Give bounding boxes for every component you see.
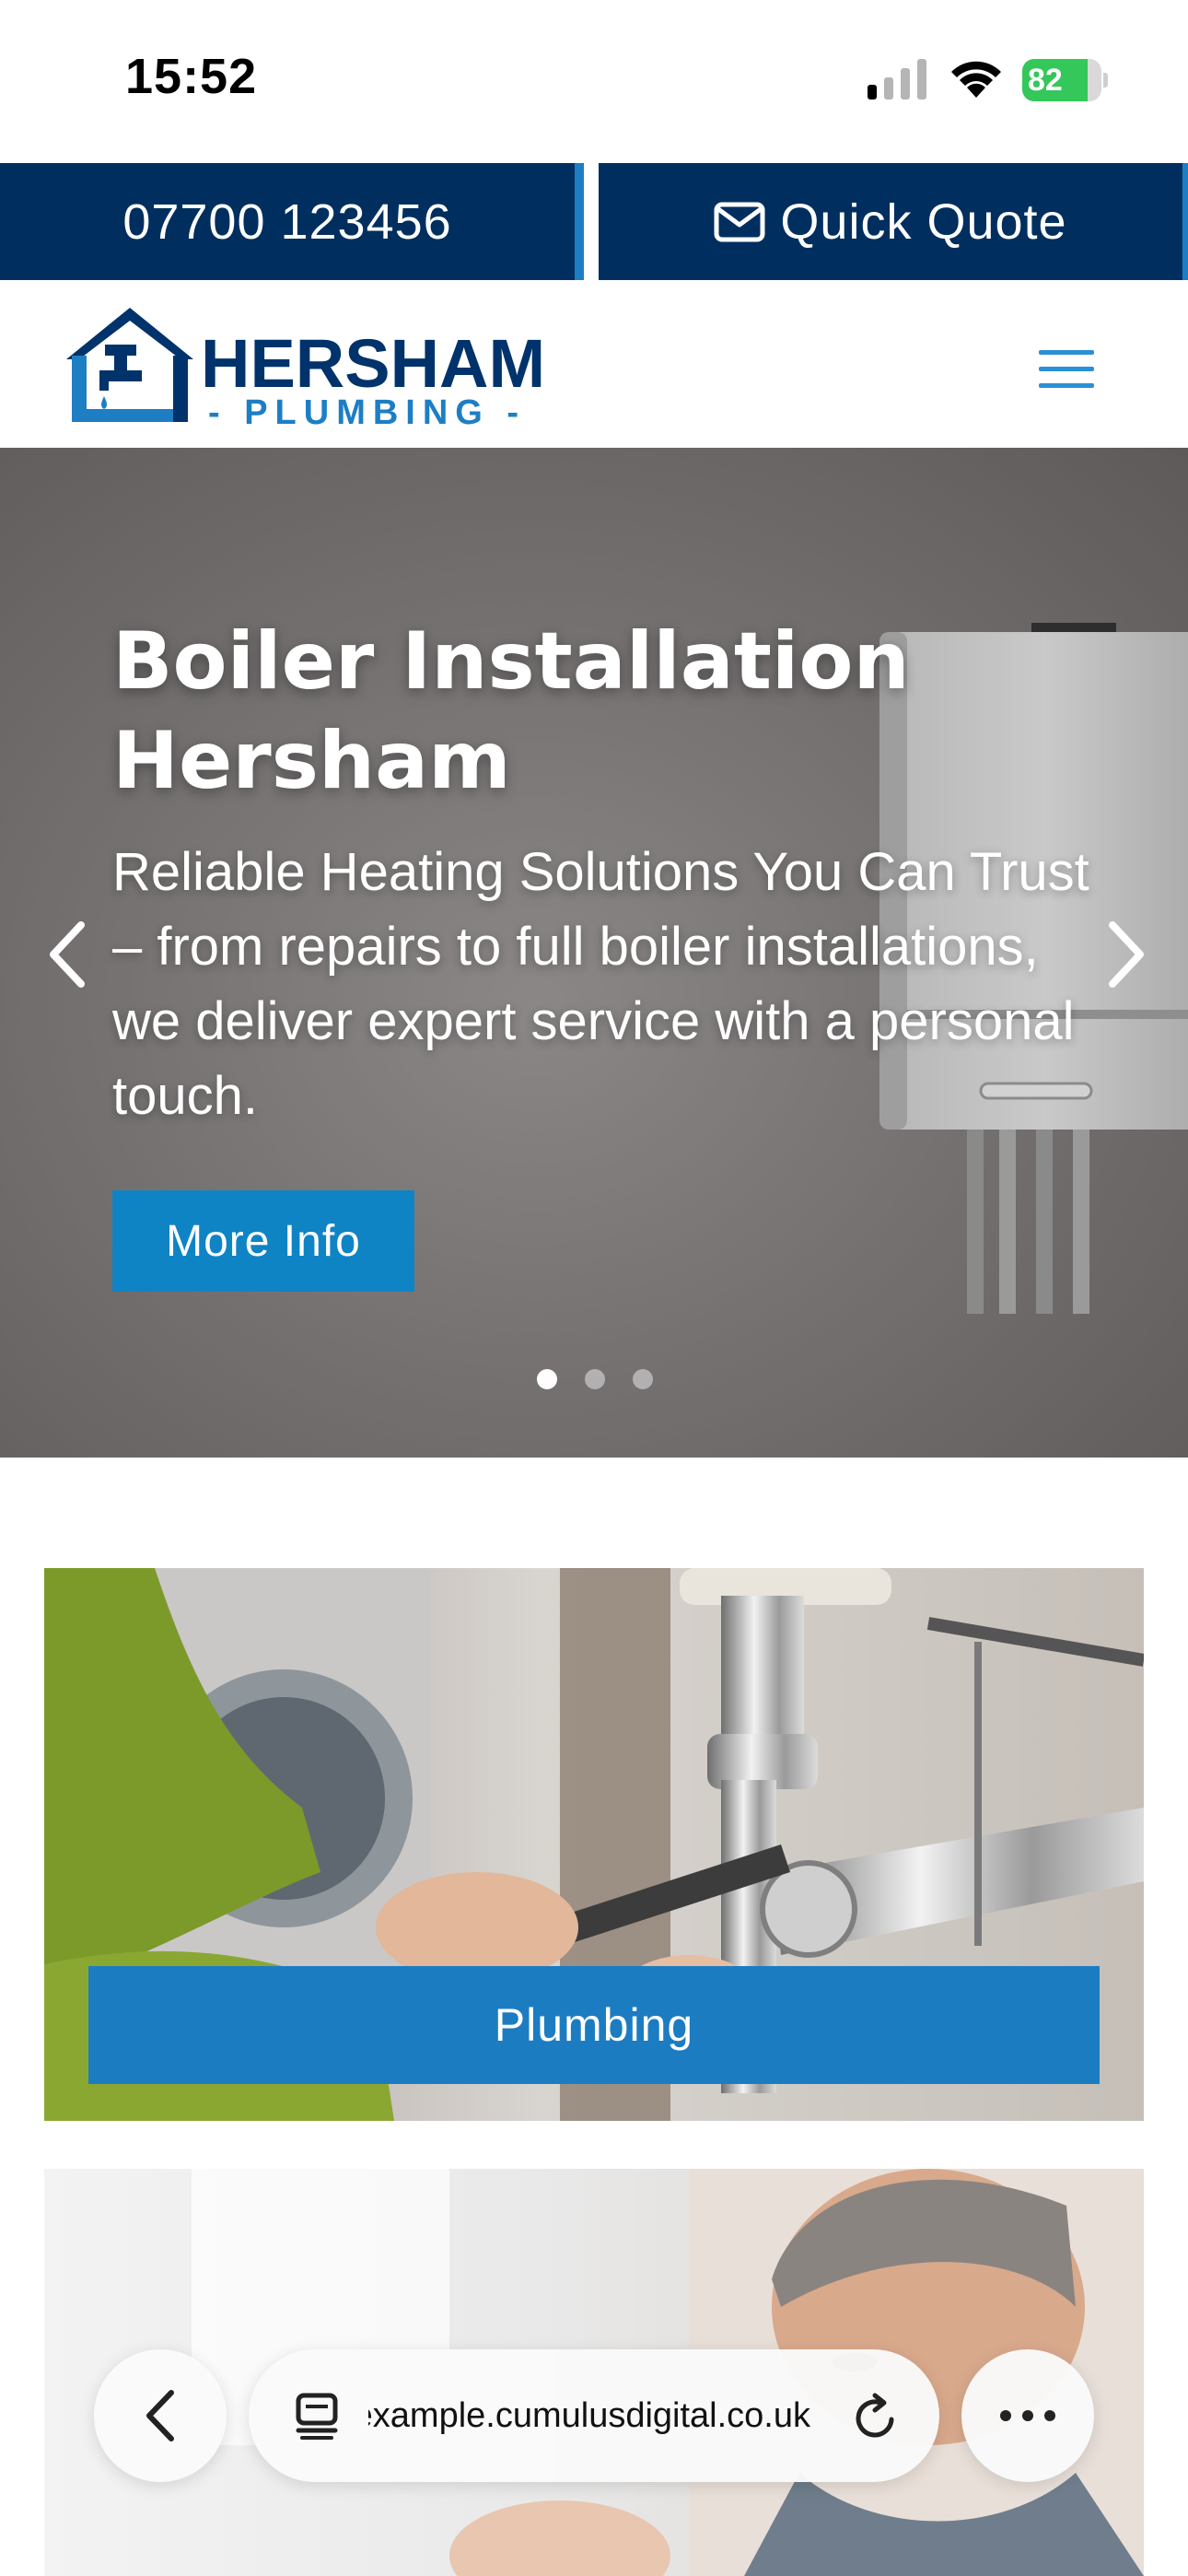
browser-back-button[interactable] <box>94 2349 227 2482</box>
slider-dot[interactable] <box>585 1369 605 1389</box>
slider-pagination <box>537 1369 657 1391</box>
hero-title: Boiler Installation Hersham <box>112 615 910 807</box>
battery-percentage: 82 <box>1028 63 1063 98</box>
slider-next-arrow-icon[interactable] <box>1103 918 1149 991</box>
phone-call-button[interactable]: 07700 123456 <box>0 163 584 280</box>
service-label-plumbing: Plumbing <box>88 1966 1100 2084</box>
status-time: 15:52 <box>125 49 258 104</box>
battery-charging-icon: 82 <box>1022 59 1108 101</box>
logo-wordmark: HERSHAM <box>201 325 546 402</box>
status-bar: 15:52 82 <box>0 0 1188 163</box>
quick-quote-label: Quick Quote <box>780 193 1067 250</box>
back-icon <box>146 2390 174 2441</box>
quick-quote-button[interactable]: Quick Quote <box>599 163 1188 280</box>
hero-description: Reliable Heating Solutions You Can Trust… <box>112 842 1089 1126</box>
site-header: HERSHAM - PLUMBING - <box>0 282 1188 448</box>
top-contact-bar: 07700 123456 Quick Quote <box>0 163 1188 282</box>
browser-more-button[interactable] <box>961 2349 1094 2482</box>
wifi-icon <box>951 61 1001 98</box>
url-text: example.cumulusdigital.co.uk <box>368 2396 810 2435</box>
hamburger-menu-icon[interactable] <box>1039 348 1094 391</box>
reload-icon[interactable] <box>853 2392 901 2441</box>
slider-prev-arrow-icon[interactable] <box>44 918 90 991</box>
logo-subtitle: - PLUMBING - <box>208 393 527 432</box>
tabs-icon[interactable] <box>293 2392 341 2440</box>
cellular-signal-icon <box>868 59 926 100</box>
address-bar[interactable]: example.cumulusdigital.co.uk <box>249 2349 939 2482</box>
service-card-plumbing[interactable]: Plumbing <box>44 1568 1144 2121</box>
more-info-button[interactable]: More Info <box>112 1190 414 1292</box>
slider-dot[interactable] <box>633 1369 653 1389</box>
slider-dot[interactable] <box>537 1369 557 1389</box>
more-icon <box>1000 2410 1055 2421</box>
hero-slider: Boiler Installation Hersham Reliable Hea… <box>0 448 1188 1458</box>
envelope-icon <box>714 202 765 241</box>
phone-number: 07700 123456 <box>122 193 452 250</box>
house-tap-logo-icon <box>66 308 193 422</box>
hersham-plumbing-logo[interactable]: HERSHAM - PLUMBING - <box>63 302 545 431</box>
